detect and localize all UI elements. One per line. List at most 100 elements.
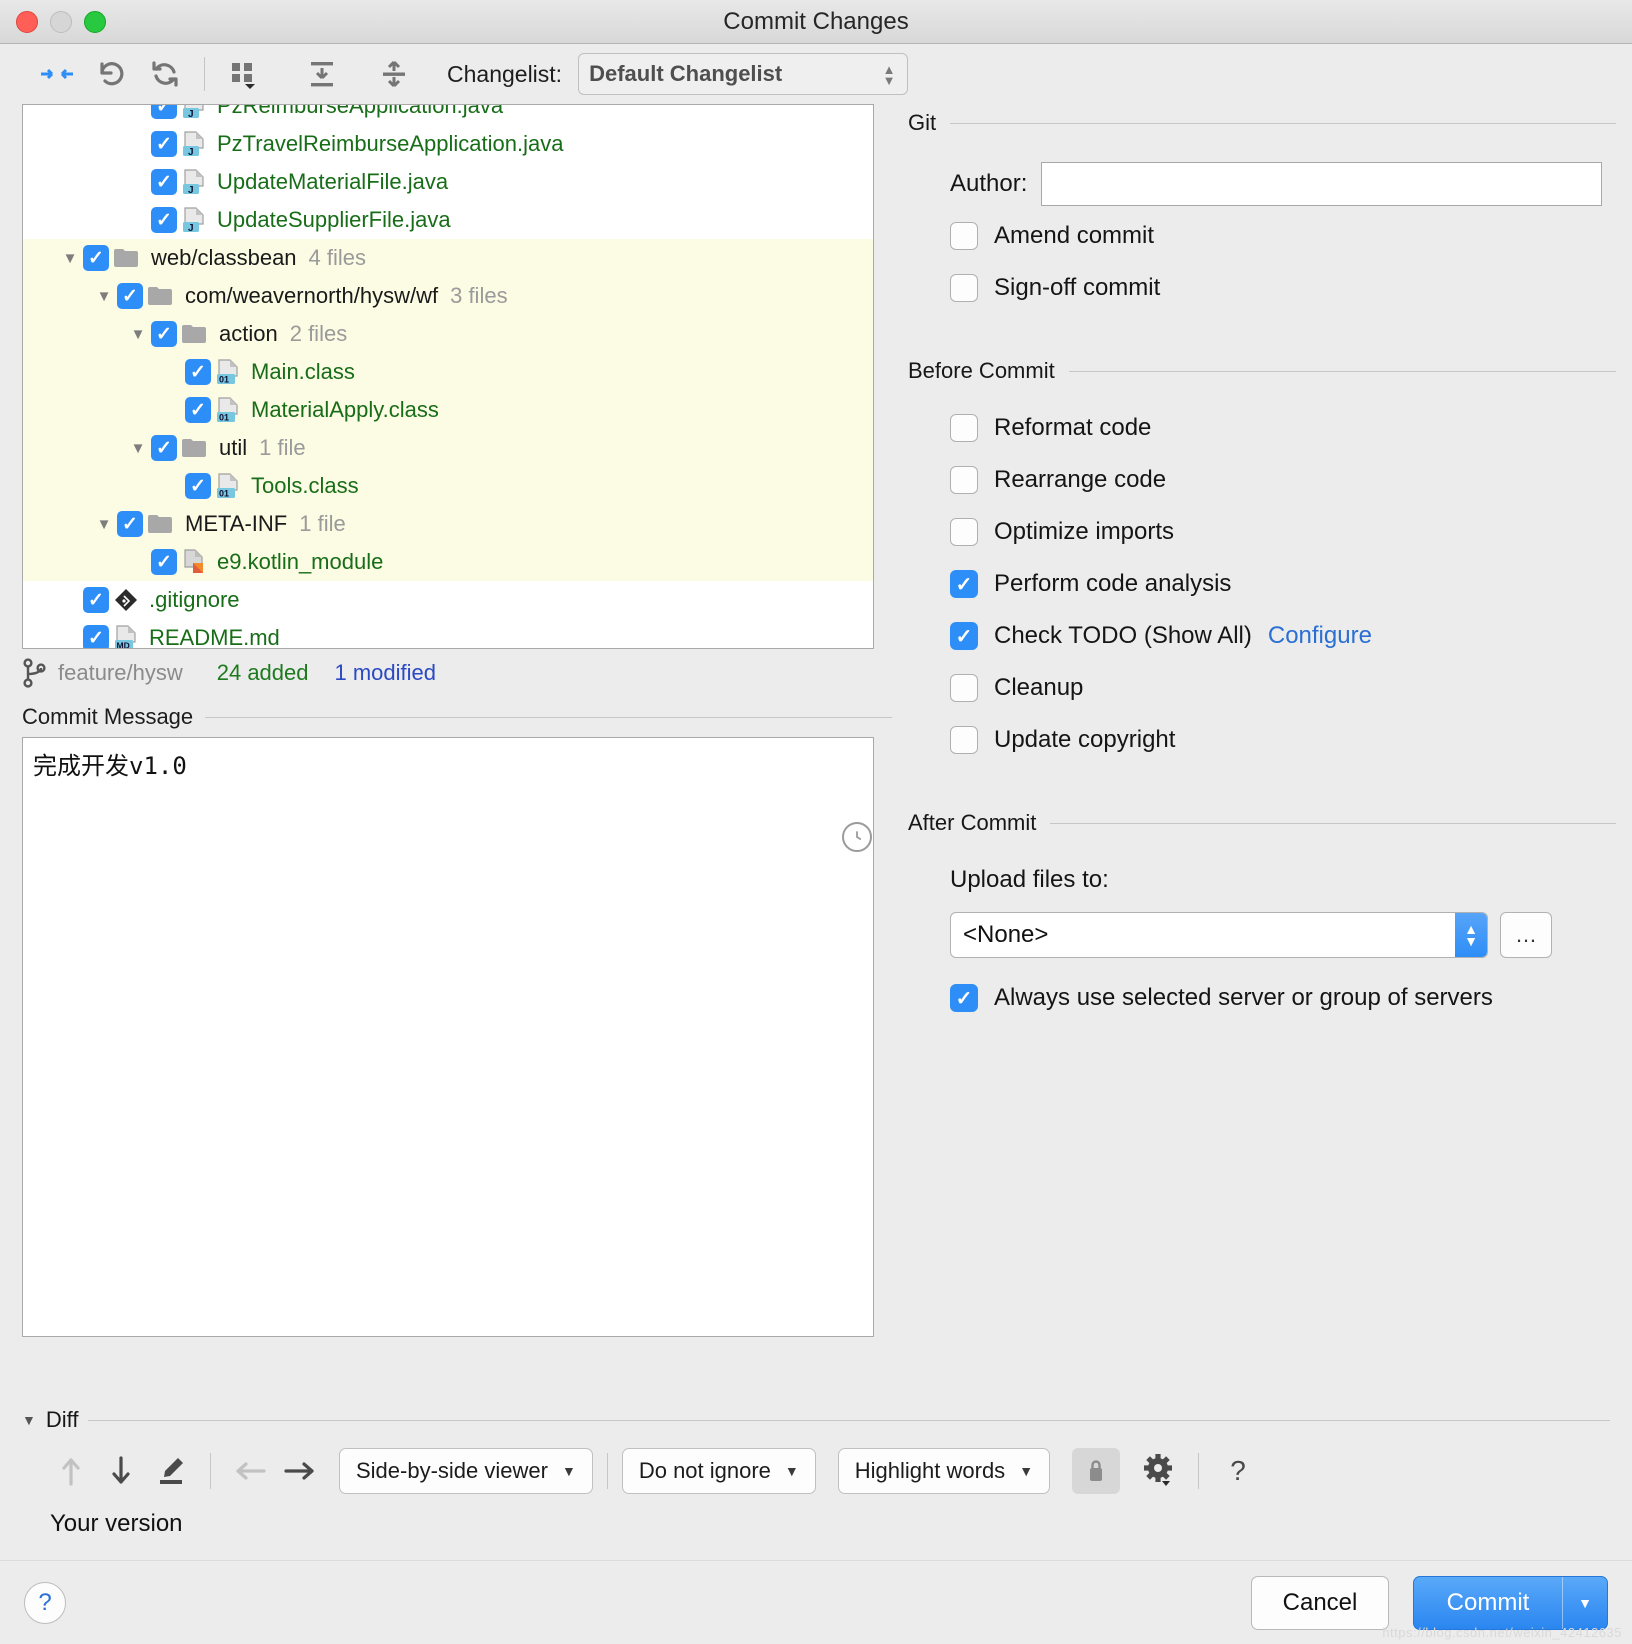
tree-expand-chevron-icon[interactable]: ▼ [91, 288, 117, 305]
chevron-down-icon[interactable]: ▼ [1563, 1577, 1607, 1629]
configure-link[interactable]: Configure [1268, 622, 1372, 650]
right-panel: Git Author: Amend commit Sign-off commit … [892, 104, 1632, 1400]
highlight-mode-select[interactable]: Highlight words ▼ [837, 1448, 1051, 1494]
author-input[interactable] [1041, 162, 1602, 206]
before-commit-option-row[interactable]: Reformat code [908, 402, 1632, 454]
upload-target-select[interactable]: <None> ▲ ▼ [950, 912, 1488, 958]
tree-row-checkbox[interactable]: ✓ [117, 511, 143, 537]
tree-file-row[interactable]: ▼✓ J PzTravelReimburseApplication.java [23, 125, 873, 163]
chevron-down-icon[interactable]: ▼ [22, 1412, 36, 1428]
tree-file-row[interactable]: ▼✓ .gitignore [23, 581, 873, 619]
tree-file-row[interactable]: ▼✓ MD README.md [23, 619, 873, 648]
before-commit-option-checkbox[interactable] [950, 518, 978, 546]
before-commit-option-row[interactable]: Optimize imports [908, 506, 1632, 558]
added-count: 24 added [216, 660, 309, 685]
tree-file-row[interactable]: ▼✓ J PzReimburseApplication.java [23, 105, 873, 125]
before-commit-option-row[interactable]: Cleanup [908, 662, 1632, 714]
tree-expand-chevron-icon[interactable]: ▼ [125, 440, 151, 457]
git-option-checkbox[interactable] [950, 222, 978, 250]
gear-icon[interactable] [1134, 1448, 1184, 1494]
changed-files-tree[interactable]: ▼✓JPzReimburseApplication.java▼✓JPzTrave… [22, 104, 874, 649]
tree-file-name: Tools.class [251, 473, 359, 498]
tree-directory-row[interactable]: ▼ ✓ action 2 files [23, 315, 873, 353]
always-use-server-checkbox[interactable]: ✓ [950, 984, 978, 1012]
tree-row-checkbox[interactable]: ✓ [151, 321, 177, 347]
tree-directory-row[interactable]: ▼ ✓ META-INF 1 file [23, 505, 873, 543]
markdown-file-icon: MD [109, 625, 143, 648]
next-difference-icon[interactable] [96, 1448, 146, 1494]
git-option-checkbox[interactable] [950, 274, 978, 302]
question-mark-icon[interactable]: ? [1213, 1448, 1263, 1494]
before-commit-option-row[interactable]: Rearrange code [908, 454, 1632, 506]
tree-directory-row[interactable]: ▼ ✓ com/weavernorth/hysw/wf 3 files [23, 277, 873, 315]
tree-row-checkbox[interactable]: ✓ [151, 435, 177, 461]
refresh-icon[interactable] [138, 51, 192, 97]
before-commit-option-checkbox[interactable] [950, 674, 978, 702]
viewer-mode-select[interactable]: Side-by-side viewer ▼ [339, 1448, 593, 1494]
tree-row-checkbox[interactable]: ✓ [151, 105, 177, 119]
tree-row-checkbox[interactable]: ✓ [117, 283, 143, 309]
tree-file-row[interactable]: ▼✓ 01 Main.class [23, 353, 873, 391]
before-commit-option-row[interactable]: ✓ Check TODO (Show All) Configure [908, 610, 1632, 662]
collapse-arrows-icon[interactable] [30, 51, 84, 97]
tree-file-row[interactable]: ▼✓ 01 MaterialApply.class [23, 391, 873, 429]
tree-file-count: 1 file [299, 511, 346, 536]
before-commit-option-row[interactable]: ✓ Perform code analysis [908, 558, 1632, 610]
help-button[interactable]: ? [24, 1581, 66, 1624]
git-group-rule [950, 122, 1616, 124]
tree-row-checkbox[interactable]: ✓ [185, 473, 211, 499]
before-commit-option-checkbox[interactable] [950, 466, 978, 494]
tree-file-row[interactable]: ▼✓ J UpdateSupplierFile.java [23, 201, 873, 239]
apply-left-icon[interactable] [225, 1448, 275, 1494]
tree-expand-chevron-icon[interactable]: ▼ [91, 516, 117, 533]
window-controls[interactable] [16, 10, 106, 33]
apply-right-icon[interactable] [275, 1448, 325, 1494]
ignore-mode-select[interactable]: Do not ignore ▼ [621, 1448, 816, 1494]
before-commit-option-checkbox[interactable]: ✓ [950, 570, 978, 598]
tree-row-checkbox[interactable]: ✓ [151, 169, 177, 195]
cancel-button[interactable]: Cancel [1251, 1575, 1389, 1630]
expand-all-icon[interactable] [295, 51, 349, 97]
tree-row-checkbox[interactable]: ✓ [151, 207, 177, 233]
browse-servers-button[interactable]: … [1500, 912, 1552, 958]
minimize-window-button[interactable] [50, 10, 72, 33]
revert-icon[interactable] [84, 51, 138, 97]
before-commit-option-checkbox[interactable] [950, 414, 978, 442]
tree-file-row[interactable]: ▼✓ e9.kotlin_module [23, 543, 873, 581]
tree-expand-chevron-icon[interactable]: ▼ [57, 250, 83, 267]
tree-directory-row[interactable]: ▼ ✓ web/classbean 4 files [23, 239, 873, 277]
tree-expand-chevron-icon[interactable]: ▼ [125, 326, 151, 343]
tree-directory-name: META-INF [185, 511, 288, 536]
always-use-server-row[interactable]: ✓ Always use selected server or group of… [908, 972, 1632, 1024]
prev-difference-icon[interactable] [46, 1448, 96, 1494]
before-commit-option-checkbox[interactable]: ✓ [950, 622, 978, 650]
tree-row-checkbox[interactable]: ✓ [151, 549, 177, 575]
diff-section-header[interactable]: ▼ Diff [22, 1400, 1632, 1440]
git-option-row[interactable]: Sign-off commit [908, 262, 1632, 314]
close-window-button[interactable] [16, 10, 38, 33]
maximize-window-button[interactable] [84, 10, 106, 33]
collapse-all-icon[interactable] [367, 51, 421, 97]
tree-row-checkbox[interactable]: ✓ [83, 245, 109, 271]
tree-row-checkbox[interactable]: ✓ [185, 397, 211, 423]
clock-icon[interactable] [842, 822, 872, 852]
tree-file-row[interactable]: ▼✓ J UpdateMaterialFile.java [23, 163, 873, 201]
group-by-icon[interactable] [217, 51, 271, 97]
before-commit-option-checkbox[interactable] [950, 726, 978, 754]
tree-file-row[interactable]: ▼✓ 01 Tools.class [23, 467, 873, 505]
git-option-row[interactable]: Amend commit [908, 210, 1632, 262]
commit-message-input[interactable]: 完成开发v1.0 [22, 737, 874, 1337]
commit-button[interactable]: Commit [1414, 1577, 1562, 1629]
tree-row-checkbox[interactable]: ✓ [151, 131, 177, 157]
tree-row-checkbox[interactable]: ✓ [185, 359, 211, 385]
commit-button-group[interactable]: Commit ▼ [1413, 1575, 1608, 1630]
lock-icon[interactable] [1072, 1448, 1121, 1494]
before-commit-option-row[interactable]: Update copyright [908, 714, 1632, 766]
author-row: Author: [908, 158, 1632, 210]
tree-row-checkbox[interactable]: ✓ [83, 625, 109, 648]
your-version-label: Your version [50, 1510, 183, 1537]
tree-row-checkbox[interactable]: ✓ [83, 587, 109, 613]
edit-icon[interactable] [146, 1448, 196, 1494]
changelist-select[interactable]: Default Changelist ▲ ▼ [578, 53, 909, 95]
tree-directory-row[interactable]: ▼ ✓ util 1 file [23, 429, 873, 467]
